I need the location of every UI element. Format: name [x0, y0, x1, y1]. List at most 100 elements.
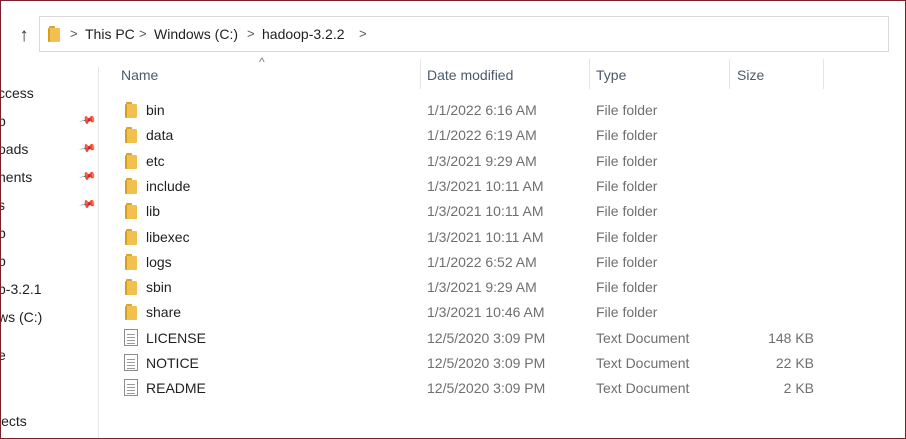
nav-item-label: e	[1, 347, 6, 363]
nav-item[interactable]: e	[1, 343, 99, 367]
up-arrow-icon[interactable]: ↑	[13, 25, 35, 47]
file-name: bin	[146, 102, 165, 118]
file-type: File folder	[596, 153, 658, 169]
breadcrumb-hadoop[interactable]: hadoop-3.2.2	[262, 26, 345, 42]
column-header-name[interactable]: Name	[121, 67, 158, 83]
file-name: data	[146, 127, 174, 143]
file-type: File folder	[596, 203, 658, 219]
folder-icon	[125, 279, 138, 296]
breadcrumb-chevron-icon[interactable]: >	[139, 26, 147, 41]
column-headers: ^ Name Date modified Type Size	[99, 55, 905, 91]
folder-icon	[125, 153, 138, 170]
nav-item[interactable]: s📌	[1, 193, 99, 217]
nav-item-label: ccess	[1, 85, 34, 101]
address-bar[interactable]: > This PC > Windows (C:) > hadoop-3.2.2 …	[39, 16, 889, 52]
column-header-type[interactable]: Type	[596, 67, 626, 83]
nav-item-label: p-3.2.1	[1, 281, 42, 297]
pin-icon: 📌	[78, 111, 97, 130]
file-date-modified: 1/3/2021 9:29 AM	[427, 279, 537, 295]
file-type: File folder	[596, 102, 658, 118]
nav-item[interactable]: ccess	[1, 81, 99, 105]
breadcrumb-chevron-icon[interactable]: >	[359, 26, 367, 41]
file-name: LICENSE	[146, 330, 206, 346]
file-row[interactable]: sbin 1/3/2021 9:29 AM File folder	[99, 274, 905, 299]
nav-item-label: oads	[1, 141, 29, 157]
breadcrumb-chevron-icon[interactable]: >	[247, 26, 255, 41]
nav-item[interactable]: p📌	[1, 109, 99, 133]
file-name: lib	[146, 203, 161, 219]
nav-item[interactable]: jects	[1, 409, 99, 433]
file-size: 22 KB	[775, 355, 814, 371]
folder-icon	[48, 26, 61, 43]
text-document-icon	[124, 354, 138, 371]
file-name: sbin	[146, 279, 172, 295]
file-type: File folder	[596, 178, 658, 194]
folder-icon	[125, 127, 138, 144]
text-document-icon	[124, 379, 138, 396]
file-row[interactable]: bin 1/1/2022 6:16 AM File folder	[99, 97, 905, 122]
file-type: Text Document	[596, 380, 690, 396]
file-row[interactable]: logs 1/1/2022 6:52 AM File folder	[99, 249, 905, 274]
file-size: 2 KB	[783, 380, 814, 396]
file-date-modified: 1/1/2022 6:16 AM	[427, 102, 537, 118]
column-header-date[interactable]: Date modified	[427, 67, 513, 83]
file-explorer-window: ↑ > This PC > Windows (C:) > hadoop-3.2.…	[0, 0, 906, 439]
column-header-size[interactable]: Size	[737, 67, 764, 83]
file-date-modified: 1/3/2021 10:11 AM	[427, 229, 544, 245]
nav-item-label: p	[1, 225, 6, 241]
file-type: File folder	[596, 279, 658, 295]
folder-icon	[125, 304, 138, 321]
nav-item[interactable]: p-3.2.1	[1, 277, 99, 301]
file-type: File folder	[596, 127, 658, 143]
pin-icon: 📌	[78, 139, 97, 158]
nav-item-label: jects	[1, 413, 27, 429]
file-name: README	[146, 380, 206, 396]
column-divider[interactable]	[729, 59, 730, 89]
file-name: libexec	[146, 229, 190, 245]
breadcrumb-chevron-icon[interactable]: >	[70, 26, 78, 41]
breadcrumb-this-pc[interactable]: This PC	[85, 26, 135, 42]
column-divider[interactable]	[420, 59, 421, 89]
file-row[interactable]: NOTICE 12/5/2020 3:09 PM Text Document 22 K…	[99, 350, 905, 375]
file-row[interactable]: libexec 1/3/2021 10:11 AM File folder	[99, 224, 905, 249]
nav-item-label: p	[1, 113, 6, 129]
file-type: Text Document	[596, 330, 690, 346]
file-name: share	[146, 304, 182, 320]
column-divider[interactable]	[589, 59, 590, 89]
file-date-modified: 12/5/2020 3:09 PM	[427, 380, 546, 396]
nav-item[interactable]: oads 📌	[1, 137, 99, 161]
column-divider[interactable]	[823, 59, 824, 89]
pin-icon: 📌	[78, 195, 97, 214]
file-date-modified: 1/3/2021 10:46 AM	[427, 304, 545, 320]
file-name: logs	[146, 254, 172, 270]
file-row[interactable]: LICENSE 12/5/2020 3:09 PM Text Document 148…	[99, 325, 905, 350]
text-document-icon	[124, 329, 138, 346]
file-name: include	[146, 178, 191, 194]
file-type: Text Document	[596, 355, 690, 371]
file-row[interactable]: lib 1/3/2021 10:11 AM File folder	[99, 198, 905, 223]
folder-icon	[125, 203, 138, 220]
file-row[interactable]: README 12/5/2020 3:09 PM Text Document 2 KB	[99, 375, 905, 400]
nav-item[interactable]: nents 📌	[1, 165, 99, 189]
folder-icon	[125, 102, 138, 119]
folder-icon	[125, 229, 138, 246]
navigation-pane: ccessp📌oads📌nents📌s📌ppp-3.2.1ws (C:)ejec…	[1, 67, 99, 438]
file-row[interactable]: data 1/1/2022 6:19 AM File folder	[99, 122, 905, 147]
breadcrumb-windows-c[interactable]: Windows (C:)	[154, 26, 238, 42]
file-type: File folder	[596, 229, 658, 245]
nav-item-label: s	[1, 197, 5, 213]
file-date-modified: 1/1/2022 6:19 AM	[427, 127, 537, 143]
file-date-modified: 1/3/2021 10:11 AM	[427, 203, 544, 219]
nav-item-label: ws (C:)	[1, 309, 43, 325]
file-type: File folder	[596, 304, 658, 320]
file-row[interactable]: etc 1/3/2021 9:29 AM File folder	[99, 148, 905, 173]
file-date-modified: 12/5/2020 3:09 PM	[427, 355, 546, 371]
nav-item[interactable]: p	[1, 249, 99, 273]
nav-item[interactable]: ws (C:)	[1, 305, 99, 329]
pin-icon: 📌	[78, 167, 97, 186]
file-row[interactable]: share 1/3/2021 10:46 AM File folder	[99, 299, 905, 324]
nav-item[interactable]: p	[1, 221, 99, 245]
folder-icon	[125, 254, 138, 271]
file-row[interactable]: include 1/3/2021 10:11 AM File folder	[99, 173, 905, 198]
file-name: etc	[146, 153, 165, 169]
